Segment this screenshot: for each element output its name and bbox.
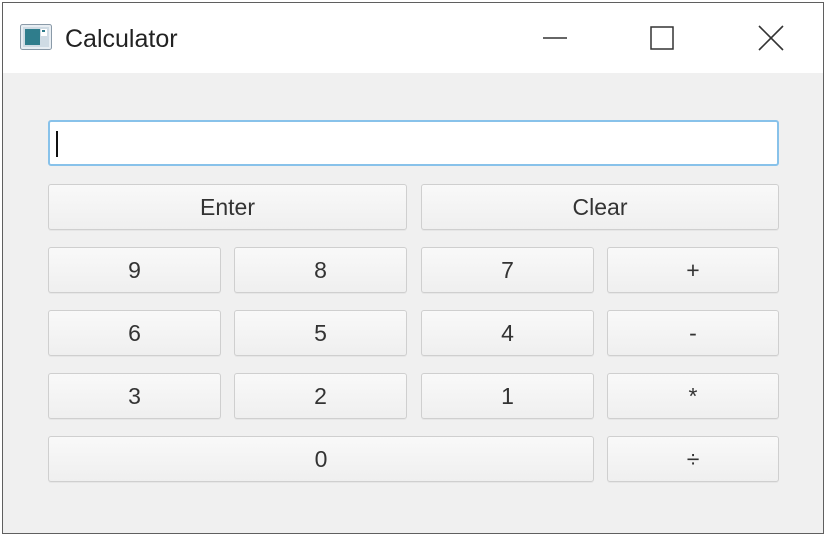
window-title: Calculator [65,25,178,53]
digit-8-button[interactable]: 8 [234,247,407,293]
minimize-icon [543,37,567,39]
digit-3-button[interactable]: 3 [48,373,221,419]
add-button[interactable]: + [607,247,779,293]
digit-4-button[interactable]: 4 [421,310,594,356]
clear-button[interactable]: Clear [421,184,779,230]
digit-6-button[interactable]: 6 [48,310,221,356]
maximize-button[interactable] [612,3,712,73]
digit-0-button[interactable]: 0 [48,436,594,482]
display-input[interactable] [48,120,779,166]
close-button[interactable] [721,3,821,73]
digit-2-button[interactable]: 2 [234,373,407,419]
enter-button[interactable]: Enter [48,184,407,230]
calculator-app-icon [20,24,52,50]
minimize-button[interactable] [505,3,605,73]
divide-button[interactable]: ÷ [607,436,779,482]
title-bar[interactable]: Calculator [3,3,823,73]
subtract-button[interactable]: - [607,310,779,356]
text-cursor [56,131,58,157]
maximize-icon [650,26,674,50]
digit-5-button[interactable]: 5 [234,310,407,356]
digit-7-button[interactable]: 7 [421,247,594,293]
multiply-button[interactable]: * [607,373,779,419]
calculator-window: Calculator Enter Clear 9 8 7 + 6 5 4 - 3 [2,2,824,534]
digit-1-button[interactable]: 1 [421,373,594,419]
close-icon [758,25,784,51]
digit-9-button[interactable]: 9 [48,247,221,293]
